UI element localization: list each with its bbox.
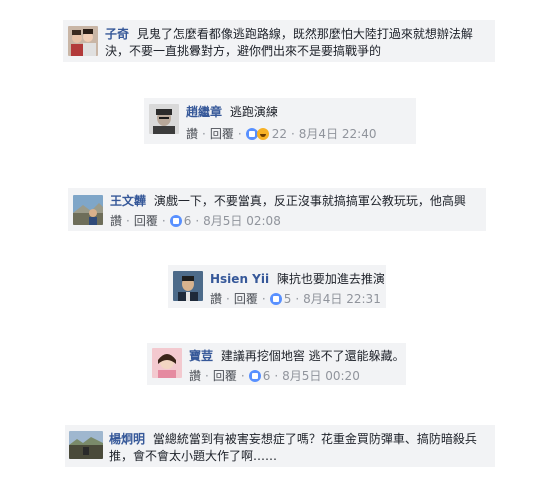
commenter-name[interactable]: 寶荳 xyxy=(189,349,213,363)
like-reaction-icon[interactable] xyxy=(245,127,258,140)
timestamp[interactable]: 8月4日 22:31 xyxy=(303,290,381,307)
separator: · xyxy=(295,291,300,306)
commenter-name[interactable]: 王文韡 xyxy=(110,194,146,208)
avatar[interactable] xyxy=(149,104,179,134)
separator: · xyxy=(240,368,245,383)
like-link[interactable]: 讚 xyxy=(210,290,222,307)
comment-card: Hsien Yii 陳抗也要加進去推演 讚 · 回覆 · 5 · 8月4日 22… xyxy=(168,265,386,308)
reply-link[interactable]: 回覆 xyxy=(234,290,258,307)
comment-text-line: Hsien Yii 陳抗也要加進去推演 xyxy=(210,271,385,287)
comment-text: 建議再挖個地窖 逃不了還能躲藏。 xyxy=(220,349,405,363)
comment-text: 見鬼了怎麼看都像逃跑路線，既然那麼怕大陸打過來就想辦法解 xyxy=(136,27,473,41)
reply-link[interactable]: 回覆 xyxy=(213,367,237,384)
comment-text-line: 楊炯明 當總統當到有被害妄想症了嗎？花重金買防彈車、搞防暗殺兵 xyxy=(109,431,477,447)
timestamp[interactable]: 8月5日 02:08 xyxy=(203,212,281,229)
comment-text: 陳抗也要加進去推演 xyxy=(276,272,385,286)
avatar[interactable] xyxy=(73,195,103,225)
comment-text: 逃跑演練 xyxy=(229,105,278,119)
reply-link[interactable]: 回覆 xyxy=(210,125,234,142)
separator: · xyxy=(161,213,166,228)
comment-text: 當總統當到有被害妄想症了嗎？花重金買防彈車、搞防暗殺兵 xyxy=(152,432,477,446)
comment-text: 演戲一下，不要當真，反正沒事就搞搞軍公教玩玩，他高興 xyxy=(153,194,466,208)
comment-actions: 讚 · 回覆 · 22 · 8月4日 22:40 xyxy=(186,125,376,142)
comment-text-line: 推，會不會太小題大作了啊…… xyxy=(109,448,277,464)
comment-card: 王文韡 演戲一下，不要當真，反正沒事就搞搞軍公教玩玩，他高興 讚 · 回覆 · … xyxy=(68,188,486,231)
avatar[interactable] xyxy=(173,271,203,301)
comment-text-line: 趙繼章 逃跑演練 xyxy=(186,104,278,120)
timestamp[interactable]: 8月5日 00:20 xyxy=(282,367,360,384)
commenter-name[interactable]: 楊炯明 xyxy=(109,432,145,446)
comment-card: 楊炯明 當總統當到有被害妄想症了嗎？花重金買防彈車、搞防暗殺兵 推，會不會太小題… xyxy=(65,425,495,467)
comment-text: 決，不要一直挑釁對方，避你們出來不是要搞戰爭的 xyxy=(105,44,382,58)
comment-text-line: 子奇 見鬼了怎麼看都像逃跑路線，既然那麼怕大陸打過來就想辦法解 xyxy=(105,26,473,42)
like-reaction-icon[interactable] xyxy=(248,369,261,382)
separator: · xyxy=(290,126,295,141)
separator: · xyxy=(274,368,279,383)
reaction-count[interactable]: 22 xyxy=(272,127,287,141)
comment-card: 趙繼章 逃跑演練 讚 · 回覆 · 22 · 8月4日 22:40 xyxy=(144,98,416,144)
avatar[interactable] xyxy=(69,431,103,459)
like-link[interactable]: 讚 xyxy=(189,367,201,384)
comment-actions: 讚 · 回覆 · 6 · 8月5日 00:20 xyxy=(189,367,360,384)
separator: · xyxy=(261,291,266,306)
comment-actions: 讚 · 回覆 · 6 · 8月5日 02:08 xyxy=(110,212,281,229)
like-link[interactable]: 讚 xyxy=(186,125,198,142)
like-reaction-icon[interactable] xyxy=(169,214,182,227)
separator: · xyxy=(195,213,200,228)
comment-text-line: 寶荳 建議再挖個地窖 逃不了還能躲藏。 xyxy=(189,348,405,364)
haha-reaction-icon[interactable] xyxy=(256,127,269,140)
comment-card: 子奇 見鬼了怎麼看都像逃跑路線，既然那麼怕大陸打過來就想辦法解 決，不要一直挑釁… xyxy=(63,20,495,62)
avatar[interactable] xyxy=(152,348,182,378)
separator: · xyxy=(126,213,130,228)
commenter-name[interactable]: Hsien Yii xyxy=(210,272,269,286)
like-reaction-icon[interactable] xyxy=(269,292,282,305)
comment-text: 推，會不會太小題大作了啊…… xyxy=(109,449,278,463)
avatar[interactable] xyxy=(68,26,98,56)
timestamp[interactable]: 8月4日 22:40 xyxy=(299,125,377,142)
reaction-count[interactable]: 5 xyxy=(284,292,292,306)
comment-actions: 讚 · 回覆 · 5 · 8月4日 22:31 xyxy=(210,290,381,307)
comment-text-line: 決，不要一直挑釁對方，避你們出來不是要搞戰爭的 xyxy=(105,43,381,59)
commenter-name[interactable]: 子奇 xyxy=(105,27,129,41)
separator: · xyxy=(205,368,209,383)
reaction-count[interactable]: 6 xyxy=(184,214,192,228)
reaction-count[interactable]: 6 xyxy=(263,369,271,383)
comment-card: 寶荳 建議再挖個地窖 逃不了還能躲藏。 讚 · 回覆 · 6 · 8月5日 00… xyxy=(147,343,406,385)
separator: · xyxy=(202,126,206,141)
reply-link[interactable]: 回覆 xyxy=(134,212,158,229)
commenter-name[interactable]: 趙繼章 xyxy=(186,105,222,119)
separator: · xyxy=(226,291,230,306)
like-link[interactable]: 讚 xyxy=(110,212,122,229)
separator: · xyxy=(237,126,242,141)
comment-text-line: 王文韡 演戲一下，不要當真，反正沒事就搞搞軍公教玩玩，他高興 xyxy=(110,193,466,209)
